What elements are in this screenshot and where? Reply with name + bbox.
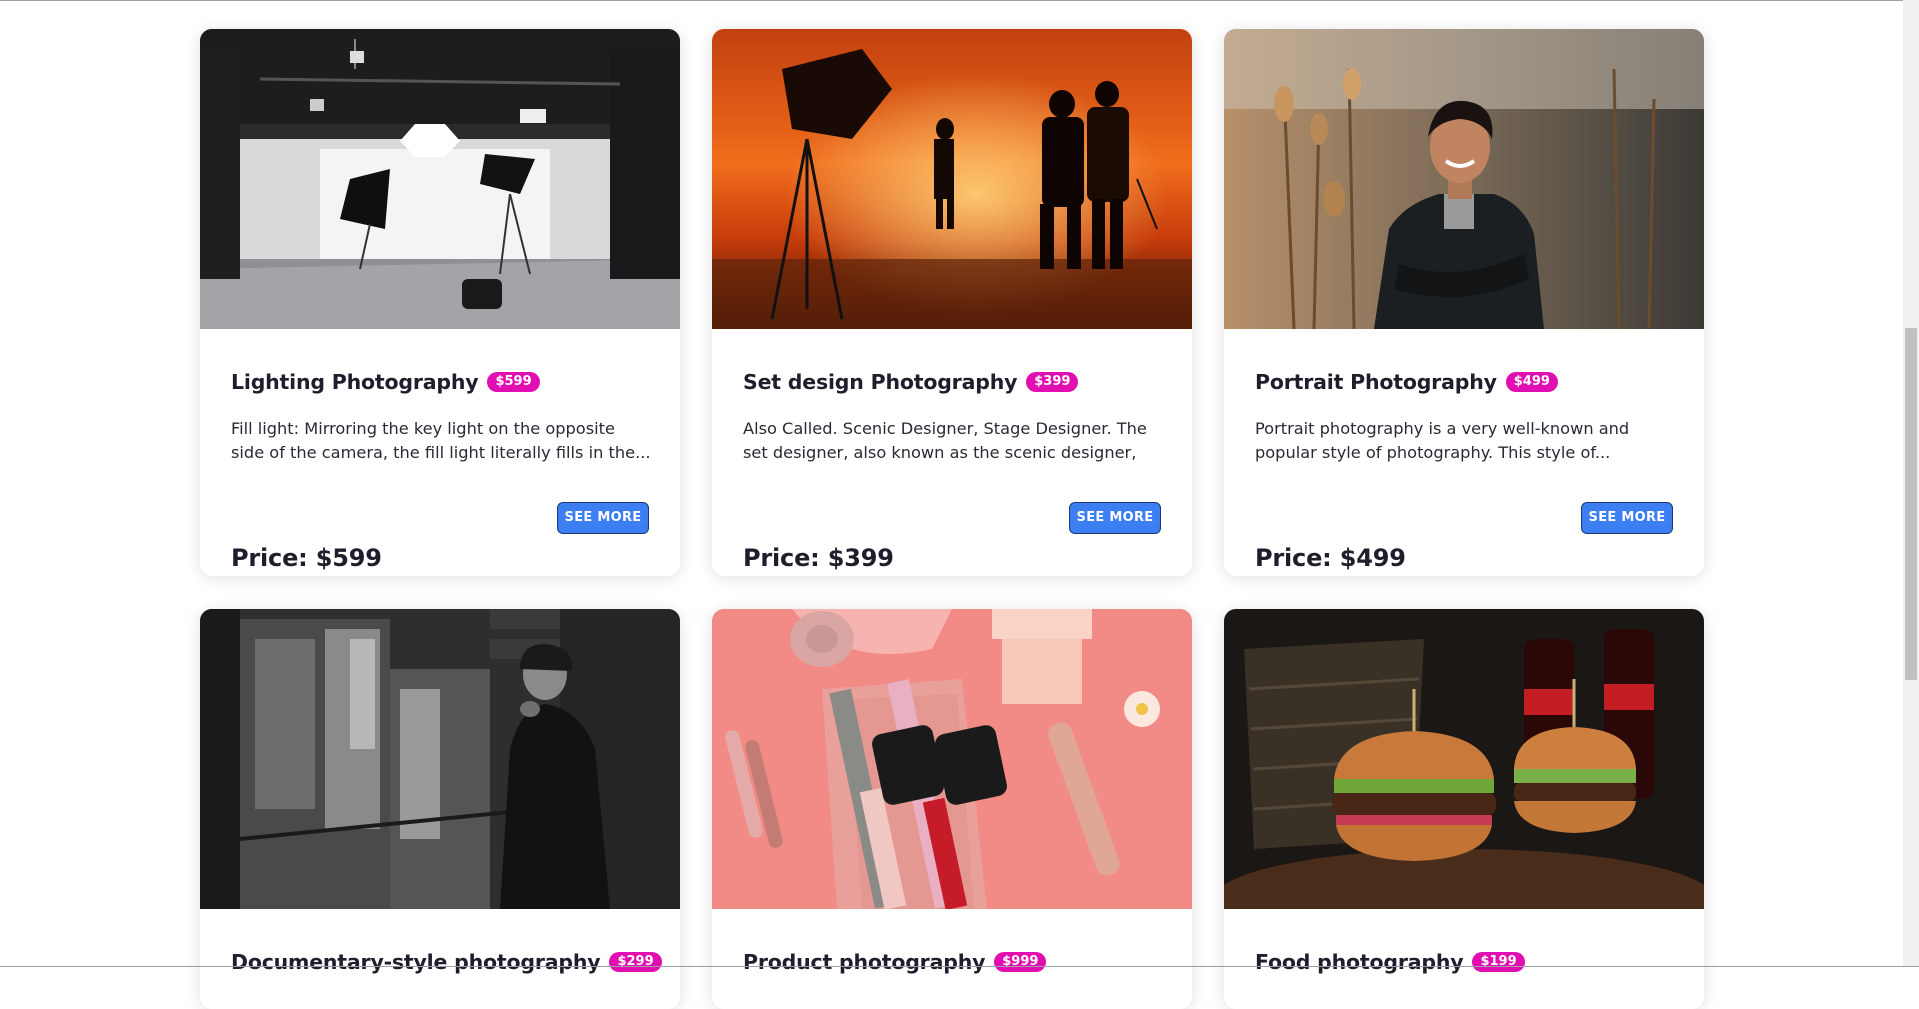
- price-badge: $199: [1472, 952, 1525, 972]
- price-badge: $599: [487, 372, 540, 392]
- card-title: Lighting Photography: [231, 370, 479, 394]
- card-price: Price: $399: [743, 544, 894, 572]
- service-card: Lighting Photography $599 Fill light: Mi…: [200, 29, 680, 576]
- card-title: Food photography: [1255, 950, 1464, 974]
- card-title-row: Documentary-style photography $299: [231, 950, 662, 974]
- card-image-fire-set: [712, 29, 1192, 329]
- price-badge: $499: [1505, 372, 1558, 392]
- card-title: Set design Photography: [743, 370, 1018, 394]
- card-title-row: Portrait Photography $499: [1255, 370, 1558, 394]
- service-card: Food photography $199: [1224, 609, 1704, 1009]
- card-title-row: Lighting Photography $599: [231, 370, 540, 394]
- see-more-button[interactable]: SEE MORE: [557, 502, 649, 534]
- card-description: Fill light: Mirroring the key light on t…: [231, 419, 651, 462]
- price-badge: $999: [994, 952, 1047, 972]
- card-description: Portrait photography is a very well-know…: [1255, 419, 1630, 462]
- card-price: Price: $499: [1255, 544, 1406, 572]
- services-grid: Lighting Photography $599 Fill light: Mi…: [0, 0, 1900, 1009]
- card-title-row: Product photography $999: [743, 950, 1047, 974]
- see-more-button[interactable]: SEE MORE: [1069, 502, 1161, 534]
- service-card: Product photography $999: [712, 609, 1192, 1009]
- card-title: Documentary-style photography: [231, 950, 601, 974]
- price-badge: $299: [609, 952, 662, 972]
- card-image-studio-lighting: [200, 29, 680, 329]
- card-image-food: [1224, 609, 1704, 909]
- card-title: Product photography: [743, 950, 986, 974]
- service-card: Set design Photography $399 Also Called.…: [712, 29, 1192, 576]
- card-description: Also Called. Scenic Designer, Stage Desi…: [743, 419, 1147, 462]
- scrollbar-thumb[interactable]: [1905, 328, 1917, 680]
- card-image-product: [712, 609, 1192, 909]
- card-price: Price: $599: [231, 544, 382, 572]
- card-title-row: Food photography $199: [1255, 950, 1525, 974]
- price-badge: $399: [1026, 372, 1079, 392]
- see-more-button[interactable]: SEE MORE: [1581, 502, 1673, 534]
- card-image-portrait: [1224, 29, 1704, 329]
- card-title: Portrait Photography: [1255, 370, 1497, 394]
- card-image-documentary: [200, 609, 680, 909]
- service-card: Documentary-style photography $299: [200, 609, 680, 1009]
- card-title-row: Set design Photography $399: [743, 370, 1079, 394]
- service-card: Portrait Photography $499 Portrait photo…: [1224, 29, 1704, 576]
